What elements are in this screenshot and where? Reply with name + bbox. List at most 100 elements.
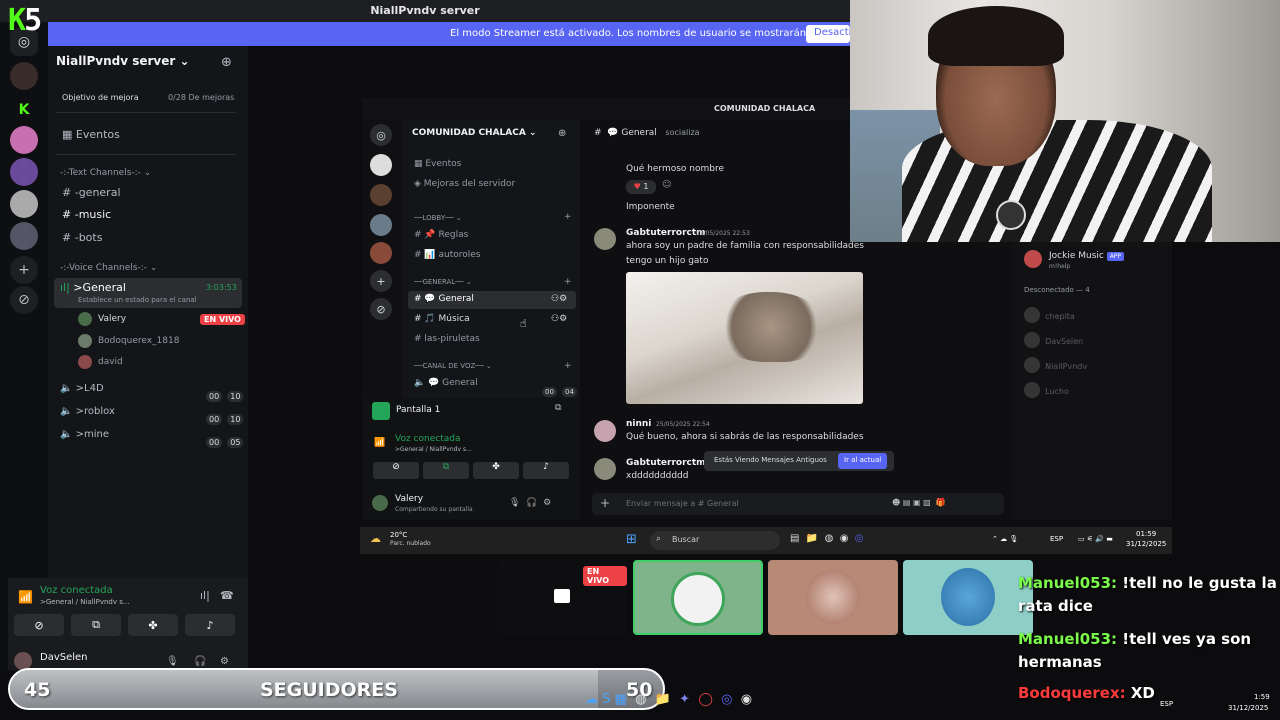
current-user[interactable]: DavSelen bbox=[40, 652, 88, 663]
avatar[interactable] bbox=[594, 228, 616, 250]
message-author[interactable]: ninni bbox=[626, 419, 651, 429]
text-category[interactable]: -:-Text Channels-:- ⌄ bbox=[60, 168, 151, 178]
jump-present-button[interactable]: Ir al actual bbox=[838, 453, 888, 469]
attach-icon[interactable]: + bbox=[600, 496, 610, 510]
share-screen-button[interactable]: ⧉ bbox=[423, 462, 469, 479]
weather-temp[interactable]: 20°C bbox=[390, 531, 407, 539]
soundboard-button[interactable]: ♪ bbox=[523, 462, 569, 479]
channel-autoroles[interactable]: # 📊 autoroles bbox=[414, 250, 480, 260]
taskbar-search[interactable]: ⌕ Buscar bbox=[650, 531, 780, 550]
stream-tile-avatar[interactable] bbox=[633, 560, 763, 635]
tray-status-icons[interactable]: ▭ ⚟ 🔊 ▬ bbox=[1078, 535, 1113, 543]
server-icon[interactable] bbox=[10, 222, 38, 250]
add-channel-icon[interactable]: + bbox=[564, 212, 572, 222]
reaction-heart[interactable]: ♥ 1 bbox=[626, 180, 656, 194]
server-icon[interactable] bbox=[10, 190, 38, 218]
explore-icon[interactable]: ⊘ bbox=[370, 298, 392, 320]
voice-channel-general[interactable]: 🔈 💬 General bbox=[414, 378, 478, 388]
message-author[interactable]: Gabtuterrorctm bbox=[626, 458, 706, 468]
add-channel-icon[interactable]: + bbox=[564, 361, 572, 371]
voice-user-valery[interactable]: Valery bbox=[98, 314, 126, 324]
server-name-header[interactable]: NiallPvndv server ⌄ bbox=[56, 54, 190, 68]
cat-gif[interactable] bbox=[626, 272, 863, 404]
category-general[interactable]: ──GENERAL── ⌄ bbox=[414, 278, 472, 286]
captured-events[interactable]: ▦ Eventos bbox=[414, 159, 461, 169]
stream-tile[interactable]: EN VIVO bbox=[497, 560, 627, 635]
invite-icon[interactable]: ⊕ bbox=[558, 128, 566, 139]
voice-location[interactable]: >General / NiallPvndv s... bbox=[395, 446, 472, 453]
kick-server-icon[interactable]: K bbox=[10, 96, 38, 124]
bot-name[interactable]: Jockie Music APP bbox=[1049, 251, 1125, 261]
microphone-icon[interactable]: 🎙 bbox=[166, 656, 179, 667]
message-input[interactable]: + Enviar mensaje a # General ☻ ▤ ▣ ▨ 🎁 bbox=[592, 493, 1004, 515]
stream-tile-avatar[interactable] bbox=[903, 560, 1033, 635]
add-server-icon[interactable]: + bbox=[10, 256, 38, 284]
input-language[interactable]: ESP bbox=[1050, 535, 1063, 543]
clock-date[interactable]: 31/12/2025 bbox=[1126, 540, 1166, 548]
avatar[interactable] bbox=[594, 420, 616, 442]
message-author[interactable]: Gabtuterrorctm bbox=[626, 228, 706, 238]
server-icon[interactable] bbox=[370, 242, 392, 264]
channel-musica[interactable]: # 🎵 Música bbox=[414, 314, 470, 324]
disconnect-icon[interactable]: ☎ bbox=[220, 589, 234, 602]
user-controls[interactable]: 🎙 🎧 ⚙ bbox=[509, 498, 551, 508]
clock-time[interactable]: 1:59 bbox=[1254, 693, 1270, 701]
taskbar-apps[interactable]: ▤ 📁 ◍ ◉ ◎ bbox=[790, 533, 864, 544]
share-screen-button[interactable]: ⧉ bbox=[71, 614, 121, 636]
screen-share-title[interactable]: Pantalla 1 bbox=[396, 405, 440, 415]
voice-user-bodoquerex[interactable]: Bodoquerex_1818 bbox=[98, 336, 179, 346]
channel-settings-icon[interactable]: ⚇⚙ bbox=[551, 314, 567, 324]
avatar[interactable] bbox=[372, 495, 388, 511]
clock-time[interactable]: 01:59 bbox=[1136, 530, 1156, 538]
channel-reglas[interactable]: # 📌 Reglas bbox=[414, 230, 468, 240]
input-tools-icons[interactable]: ☻ ▤ ▣ ▨ 🎁 bbox=[892, 498, 946, 507]
headphones-icon[interactable]: 🎧 bbox=[194, 656, 206, 667]
tray-icons[interactable]: ⌃ ☁ 🎙 bbox=[992, 535, 1018, 543]
input-language[interactable]: ESP bbox=[1160, 700, 1173, 708]
camera-off-button[interactable]: ⊘ bbox=[14, 614, 64, 636]
disable-streamer-button[interactable]: Desactiva bbox=[806, 25, 850, 43]
server-icon[interactable] bbox=[10, 62, 38, 90]
captured-server-name[interactable]: COMUNIDAD CHALACA ⌄ bbox=[412, 128, 537, 138]
avatar[interactable] bbox=[78, 355, 92, 369]
settings-icon[interactable]: ⚙ bbox=[220, 656, 229, 667]
channel-general[interactable]: # -general bbox=[62, 186, 121, 199]
server-icon[interactable] bbox=[10, 158, 38, 186]
server-icon[interactable] bbox=[370, 214, 392, 236]
add-reaction-icon[interactable]: ☺ bbox=[662, 180, 671, 190]
panel-user[interactable]: Valery bbox=[395, 494, 423, 504]
soundboard-button[interactable]: ♪ bbox=[185, 614, 235, 636]
channel-general[interactable]: # 💬 General bbox=[414, 294, 474, 304]
add-channel-icon[interactable]: + bbox=[564, 277, 572, 287]
category-voice[interactable]: ──CANAL DE VOZ── ⌄ bbox=[414, 362, 492, 370]
voice-channel-roblox[interactable]: 🔈 >roblox bbox=[60, 406, 115, 417]
invite-icon[interactable]: ⊕ bbox=[221, 55, 232, 70]
activities-button[interactable]: ✤ bbox=[128, 614, 178, 636]
voice-channel-general[interactable]: ıl| >General bbox=[60, 281, 126, 294]
windows-start-icon[interactable]: ⊞ bbox=[626, 532, 637, 547]
clock-date[interactable]: 31/12/2025 bbox=[1228, 704, 1268, 712]
voice-status[interactable]: Voz conectada bbox=[395, 434, 460, 444]
channel-music[interactable]: # -music bbox=[62, 208, 111, 221]
offline-member[interactable]: chepita bbox=[1024, 304, 1075, 323]
channel-settings-icon[interactable]: ⚇⚙ bbox=[551, 294, 567, 304]
avatar[interactable] bbox=[78, 312, 92, 326]
explore-icon[interactable]: ⊘ bbox=[10, 286, 38, 314]
server-icon[interactable] bbox=[10, 126, 38, 154]
offline-member[interactable]: DavSelen bbox=[1024, 329, 1083, 348]
voice-channel-l4d[interactable]: 🔈 >L4D bbox=[60, 383, 104, 394]
voice-user-david[interactable]: david bbox=[98, 357, 123, 367]
captured-boosts[interactable]: ◈ Mejoras del servidor bbox=[414, 179, 515, 189]
discord-home-icon[interactable]: ◎ bbox=[370, 124, 392, 146]
category-lobby[interactable]: ──LOBBY── ⌄ bbox=[414, 214, 462, 222]
server-icon[interactable] bbox=[370, 154, 392, 176]
voice-category[interactable]: -:-Voice Channels-:- ⌄ bbox=[60, 263, 157, 273]
channel-status[interactable]: Establece un estado para el canal bbox=[78, 296, 197, 304]
avatar[interactable] bbox=[594, 458, 616, 480]
voice-status[interactable]: Voz conectada bbox=[40, 585, 113, 596]
offline-member[interactable]: NiallPvndv bbox=[1024, 354, 1087, 373]
taskbar-apps[interactable]: ☁ S ▦ ◍ 📁 ✦ ◯ ◎ ◉ bbox=[585, 692, 752, 707]
add-server-icon[interactable]: + bbox=[370, 270, 392, 292]
offline-member[interactable]: Lucho bbox=[1024, 379, 1069, 398]
voice-location[interactable]: >General / NiallPvndv s... bbox=[40, 598, 130, 606]
